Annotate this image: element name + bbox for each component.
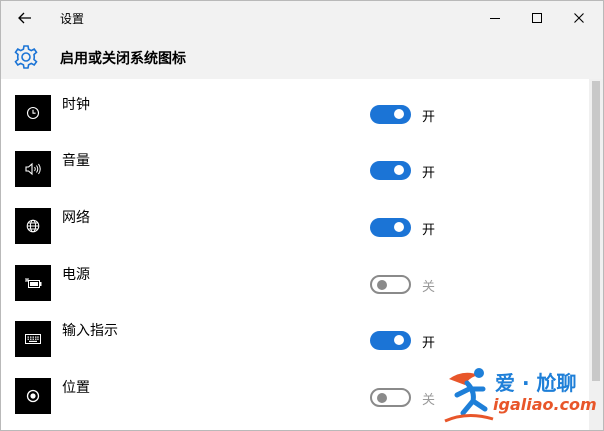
- list-item-label: 音量: [62, 153, 90, 169]
- list-item-label: 时钟: [62, 97, 90, 113]
- minimize-button[interactable]: [475, 6, 515, 30]
- network-tile: [15, 208, 51, 244]
- location-icon: [26, 389, 40, 403]
- globe-icon: [26, 219, 40, 233]
- scrollbar-thumb[interactable]: [592, 81, 600, 381]
- toggle-state-text: 开: [422, 223, 436, 238]
- location-toggle[interactable]: [370, 388, 411, 407]
- input-indicator-tile: [15, 321, 51, 357]
- maximize-icon: [532, 13, 542, 23]
- settings-window: 设置 启用或关闭系统图标 时钟 开 音量 开 网络 开 电源 关 输入指示 开 …: [0, 0, 604, 431]
- toggle-knob: [394, 165, 404, 175]
- clock-icon: [26, 106, 40, 120]
- toggle-state-text: 关: [422, 393, 436, 408]
- list-item-label: 网络: [62, 210, 90, 226]
- title-bar: 设置: [1, 1, 603, 35]
- toggle-state-text: 关: [422, 280, 436, 295]
- clock-toggle[interactable]: [370, 105, 411, 124]
- gear-icon: [14, 45, 38, 69]
- list-item-clock: 时钟 开: [1, 89, 589, 145]
- minimize-icon: [490, 18, 500, 19]
- input-indicator-toggle[interactable]: [370, 331, 411, 350]
- toggle-knob: [394, 335, 404, 345]
- watermark: 爱 · 尬聊 igaliao.com: [443, 363, 603, 429]
- toggle-state-text: 开: [422, 110, 436, 125]
- list-item-label: 输入指示: [62, 323, 118, 339]
- toggle-knob: [377, 392, 387, 403]
- location-tile: [15, 378, 51, 414]
- network-toggle[interactable]: [370, 218, 411, 237]
- toggle-knob: [394, 222, 404, 232]
- page-title: 启用或关闭系统图标: [60, 51, 186, 67]
- volume-toggle[interactable]: [370, 161, 411, 180]
- list-item-network: 网络 开: [1, 202, 589, 258]
- toggle-knob: [377, 279, 387, 290]
- maximize-button[interactable]: [517, 6, 557, 30]
- watermark-url: igaliao.com: [493, 395, 597, 414]
- keyboard-icon: [25, 334, 41, 344]
- volume-tile: [15, 151, 51, 187]
- list-item-label: 电源: [62, 267, 90, 283]
- watermark-title: 爱 · 尬聊: [495, 371, 577, 395]
- battery-icon: [25, 278, 42, 288]
- page-header: 启用或关闭系统图标: [1, 35, 603, 79]
- toggle-knob: [394, 109, 404, 119]
- arrow-left-icon: [18, 12, 31, 24]
- list-item-volume: 音量 开: [1, 145, 589, 201]
- power-toggle[interactable]: [370, 275, 411, 294]
- toggle-state-text: 开: [422, 166, 436, 181]
- toggle-state-text: 开: [422, 336, 436, 351]
- window-title: 设置: [60, 12, 85, 26]
- running-figure-logo-icon: [444, 368, 494, 423]
- close-button[interactable]: [559, 6, 599, 30]
- clock-tile: [15, 95, 51, 131]
- close-icon: [574, 13, 584, 23]
- list-item-power: 电源 关: [1, 259, 589, 315]
- back-button[interactable]: [11, 6, 39, 30]
- volume-icon: [25, 162, 41, 176]
- power-tile: [15, 265, 51, 301]
- list-item-label: 位置: [62, 380, 90, 396]
